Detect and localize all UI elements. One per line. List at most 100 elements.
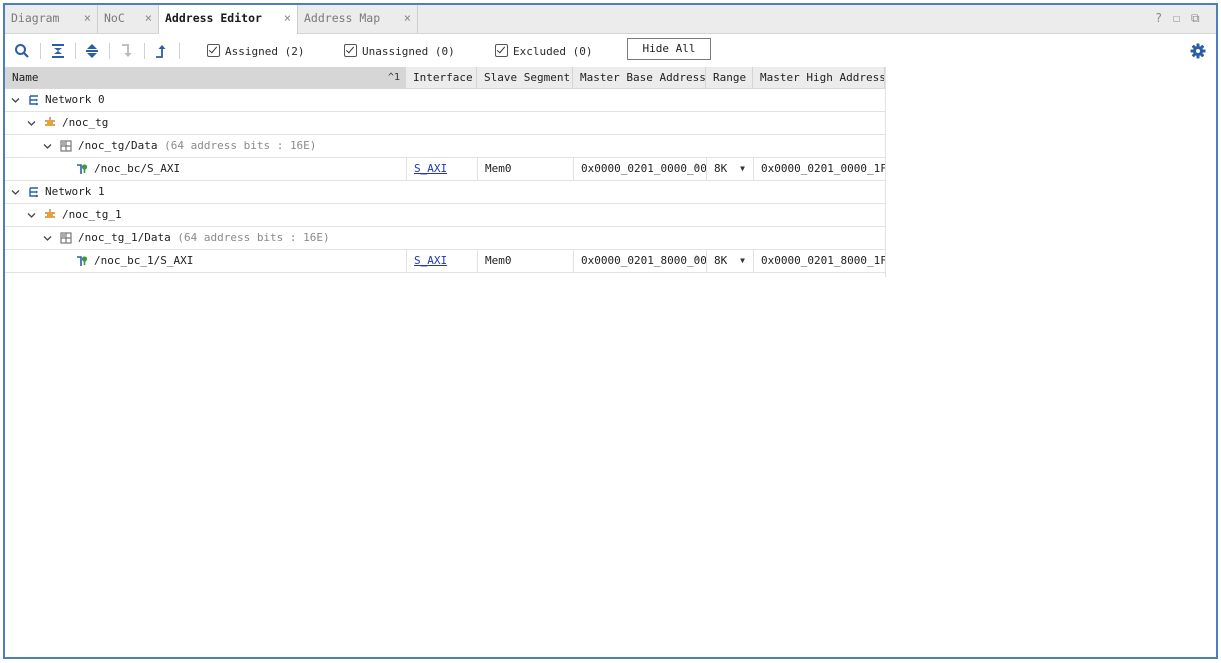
network-icon [29, 95, 38, 106]
checkbox-checked-icon [207, 44, 220, 57]
row-name: Network 0 [45, 93, 105, 106]
hide-all-button[interactable]: Hide All [627, 38, 711, 60]
toolbar-separator [75, 43, 76, 59]
close-icon[interactable]: × [404, 5, 411, 31]
toolbar: Assigned (2) Unassigned (0) Excluded (0)… [5, 34, 1216, 67]
tab-label: NoC [104, 11, 125, 25]
chevron-down-icon[interactable] [27, 211, 36, 220]
collapse-all-icon[interactable] [50, 43, 66, 59]
toolbar-separator [109, 43, 110, 59]
tab-diagram[interactable]: Diagram × [5, 5, 98, 33]
table-row[interactable]: /noc_bc_1/S_AXI S_AXI Mem0 0x0000_0201_8… [5, 250, 885, 273]
dropdown-arrow-icon: ▼ [740, 164, 745, 173]
tab-address-map[interactable]: Address Map × [298, 5, 418, 33]
table-row[interactable]: Network 1 [5, 181, 885, 204]
tab-bar: Diagram × NoC × Address Editor × Address… [5, 5, 1216, 34]
assign-icon[interactable] [119, 43, 135, 59]
gear-icon[interactable] [1190, 43, 1206, 59]
row-name: /noc_bc/S_AXI [94, 162, 181, 175]
float-icon[interactable]: ⧉ [1191, 11, 1200, 25]
table-right-border [885, 67, 886, 277]
address-editor-window: Diagram × NoC × Address Editor × Address… [3, 3, 1218, 659]
address-bits-note: (64 address bits : 16E) [164, 139, 317, 152]
table-row[interactable]: /noc_bc/S_AXI S_AXI Mem0 0x0000_0201_000… [5, 158, 885, 181]
column-header-master-base-address[interactable]: Master Base Address [573, 67, 706, 88]
table-header: Name ^1 Interface Slave Segment Master B… [5, 67, 885, 89]
column-header-range[interactable]: Range [706, 67, 753, 88]
toolbar-separator [144, 43, 145, 59]
tab-noc[interactable]: NoC × [98, 5, 159, 33]
chevron-down-icon[interactable] [43, 142, 52, 151]
row-name: /noc_tg [62, 116, 109, 129]
checkbox-checked-icon [495, 44, 508, 57]
column-header-slave-segment[interactable]: Slave Segment [477, 67, 573, 88]
master-high-address-cell: 0x0000_0201_8000_1FFF [753, 250, 885, 272]
search-icon[interactable] [14, 43, 30, 59]
address-space-icon [60, 232, 72, 244]
maximize-icon[interactable]: ☐ [1173, 11, 1180, 25]
row-name: /noc_tg_1/Data [78, 231, 171, 244]
filter-unassigned-label: Unassigned (0) [362, 45, 455, 58]
chevron-down-icon[interactable] [11, 188, 20, 197]
address-table: Name ^1 Interface Slave Segment Master B… [5, 67, 885, 273]
table-row[interactable]: /noc_tg/Data (64 address bits : 16E) [5, 135, 885, 158]
interface-link-label: S_AXI [414, 254, 448, 267]
address-space-icon [60, 140, 72, 152]
slave-segment-cell: Mem0 [477, 250, 573, 272]
filter-excluded-checkbox[interactable]: Excluded (0) [495, 44, 592, 58]
range-value: 8K [714, 162, 728, 175]
row-name: /noc_tg/Data [78, 139, 158, 152]
close-icon[interactable]: × [84, 5, 91, 31]
filter-unassigned-checkbox[interactable]: Unassigned (0) [344, 44, 455, 58]
chevron-down-icon[interactable] [43, 234, 52, 243]
column-header-master-high-address[interactable]: Master High Address [753, 67, 885, 88]
table-row[interactable]: /noc_tg_1/Data (64 address bits : 16E) [5, 227, 885, 250]
table-row[interactable]: /noc_tg_1 [5, 204, 885, 227]
expand-all-icon[interactable] [84, 43, 100, 59]
column-label: Name [12, 71, 39, 84]
edit-icon: ✎ [695, 253, 700, 262]
toolbar-separator [179, 43, 180, 59]
range-dropdown[interactable]: 8K ▼ [706, 250, 753, 272]
tab-label: Address Map [304, 11, 381, 25]
close-icon[interactable]: × [145, 5, 152, 31]
edit-icon: ✎ [695, 161, 700, 170]
row-name: /noc_bc_1/S_AXI [94, 254, 194, 267]
column-header-name[interactable]: Name ^1 [5, 67, 406, 88]
chevron-down-icon[interactable] [27, 119, 36, 128]
row-name: Network 1 [45, 185, 105, 198]
slave-interface-icon [77, 164, 88, 174]
range-value: 8K [714, 254, 728, 267]
address-bits-note: (64 address bits : 16E) [177, 231, 330, 244]
toolbar-separator [40, 43, 41, 59]
sort-indicator: ^1 [387, 72, 400, 83]
unassign-icon[interactable] [153, 43, 169, 59]
checkbox-checked-icon [344, 44, 357, 57]
column-header-interface[interactable]: Interface [406, 67, 477, 88]
master-base-address-value: 0x0000_0201_8000_00 [581, 254, 706, 267]
master-high-address-cell: 0x0000_0201_0000_1FFF [753, 158, 885, 180]
noc-tg-icon [45, 117, 55, 126]
tab-address-editor[interactable]: Address Editor × [159, 5, 298, 34]
filter-excluded-label: Excluded (0) [513, 45, 593, 58]
interface-link[interactable]: S_AXI [406, 250, 477, 272]
master-base-address-field[interactable]: 0x0000_0201_0000_00 ✎ [573, 158, 706, 180]
network-icon [29, 187, 38, 198]
master-base-address-value: 0x0000_0201_0000_00 [581, 162, 706, 175]
help-icon[interactable]: ? [1155, 11, 1162, 25]
range-dropdown[interactable]: 8K ▼ [706, 158, 753, 180]
tab-label: Diagram [11, 11, 60, 25]
noc-tg-icon [45, 209, 55, 218]
filter-assigned-checkbox[interactable]: Assigned (2) [207, 44, 304, 58]
interface-link[interactable]: S_AXI [406, 158, 477, 180]
master-base-address-field[interactable]: 0x0000_0201_8000_00 ✎ [573, 250, 706, 272]
chevron-down-icon[interactable] [11, 96, 20, 105]
close-icon[interactable]: × [284, 5, 291, 31]
table-row[interactable]: Network 0 [5, 89, 885, 112]
row-name: /noc_tg_1 [62, 208, 122, 221]
interface-link-label: S_AXI [414, 162, 448, 175]
filter-assigned-label: Assigned (2) [225, 45, 305, 58]
row-name-cell: /noc_tg/Data (64 address bits : 16E) [78, 135, 406, 157]
dropdown-arrow-icon: ▼ [740, 256, 745, 265]
table-row[interactable]: /noc_tg [5, 112, 885, 135]
